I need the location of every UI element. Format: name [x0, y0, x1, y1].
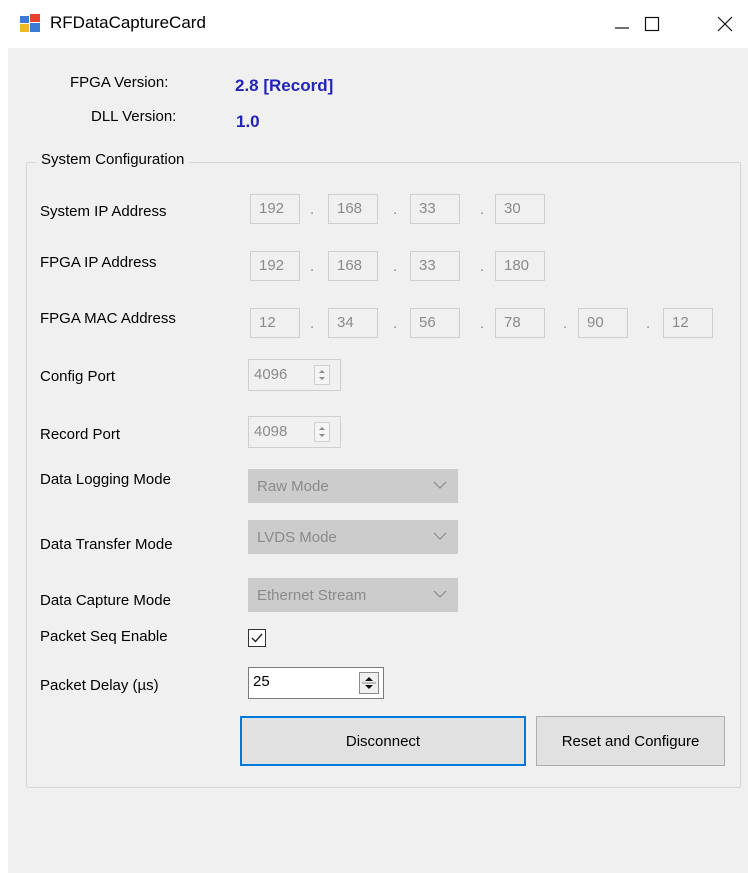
checkmark-icon [251, 633, 263, 643]
ip-separator: . [480, 258, 485, 275]
data-logging-mode-value: Raw Mode [257, 478, 329, 495]
disconnect-button[interactable]: Disconnect [240, 716, 526, 766]
record-port-value: 4098 [254, 423, 288, 440]
packet-delay-value[interactable]: 25 [253, 673, 270, 690]
mac-octet[interactable]: 78 [495, 308, 545, 338]
ip-octet[interactable]: 30 [495, 194, 545, 224]
data-transfer-mode-value: LVDS Mode [257, 529, 337, 546]
fpga-version-label: FPGA Version: [70, 74, 169, 91]
chevron-down-icon [433, 590, 447, 598]
ip-octet[interactable]: 192 [250, 251, 300, 281]
chevron-down-icon [433, 532, 447, 540]
system-configuration-legend: System Configuration [36, 151, 190, 168]
window-title: RFDataCaptureCard [50, 13, 206, 32]
ip-octet[interactable]: 168 [328, 194, 378, 224]
fpga-mac-label: FPGA MAC Address [40, 310, 176, 327]
mac-octet[interactable]: 12 [250, 308, 300, 338]
reset-and-configure-button[interactable]: Reset and Configure [536, 716, 725, 766]
packet-seq-enable-label: Packet Seq Enable [40, 628, 168, 645]
ip-separator: . [310, 258, 315, 275]
record-port-spinner[interactable]: 4098 [248, 416, 341, 448]
title-bar: RFDataCaptureCard [0, 0, 748, 48]
mac-separator: . [480, 315, 485, 332]
spinner-arrows-icon[interactable] [314, 422, 330, 442]
mac-octet[interactable]: 34 [328, 308, 378, 338]
config-port-label: Config Port [40, 368, 116, 385]
data-capture-mode-label: Data Capture Mode [40, 592, 171, 609]
chevron-down-icon [433, 481, 447, 489]
close-button[interactable] [700, 0, 748, 48]
data-transfer-mode-dropdown[interactable]: LVDS Mode [248, 520, 458, 554]
mac-separator: . [393, 315, 398, 332]
spinner-arrows-icon[interactable] [359, 672, 379, 694]
form-app-icon [20, 14, 40, 32]
ip-octet[interactable]: 180 [495, 251, 545, 281]
ip-separator: . [393, 201, 398, 218]
dll-version-label: DLL Version: [91, 108, 177, 125]
ip-octet[interactable]: 192 [250, 194, 300, 224]
data-capture-mode-value: Ethernet Stream [257, 587, 367, 604]
fpga-version-value: 2.8 [Record] [235, 76, 334, 95]
maximize-button[interactable] [627, 0, 677, 48]
config-port-spinner[interactable]: 4096 [248, 359, 341, 391]
data-logging-mode-dropdown[interactable]: Raw Mode [248, 469, 458, 503]
mac-separator: . [310, 315, 315, 332]
maximize-icon [644, 16, 660, 32]
mac-octet[interactable]: 56 [410, 308, 460, 338]
packet-delay-label: Packet Delay (µs) [40, 677, 159, 694]
data-logging-mode-label: Data Logging Mode [40, 471, 171, 488]
fpga-ip-label: FPGA IP Address [40, 254, 157, 271]
ip-octet[interactable]: 168 [328, 251, 378, 281]
packet-seq-enable-checkbox[interactable] [248, 629, 266, 647]
spinner-arrows-icon[interactable] [314, 365, 330, 385]
ip-separator: . [310, 201, 315, 218]
mac-octet[interactable]: 12 [663, 308, 713, 338]
ip-octet[interactable]: 33 [410, 251, 460, 281]
close-icon [717, 16, 733, 32]
ip-separator: . [480, 201, 485, 218]
ip-octet[interactable]: 33 [410, 194, 460, 224]
data-capture-mode-dropdown[interactable]: Ethernet Stream [248, 578, 458, 612]
mac-octet[interactable]: 90 [578, 308, 628, 338]
form-client-area: FPGA Version: 2.8 [Record] DLL Version: … [8, 48, 748, 873]
mac-separator: . [563, 315, 568, 332]
config-port-value: 4096 [254, 366, 288, 383]
dll-version-value: 1.0 [236, 112, 260, 131]
system-ip-label: System IP Address [40, 203, 167, 220]
record-port-label: Record Port [40, 426, 121, 443]
mac-separator: . [646, 315, 651, 332]
ip-separator: . [393, 258, 398, 275]
packet-delay-spinner[interactable]: 25 [248, 667, 384, 699]
data-transfer-mode-label: Data Transfer Mode [40, 536, 173, 553]
